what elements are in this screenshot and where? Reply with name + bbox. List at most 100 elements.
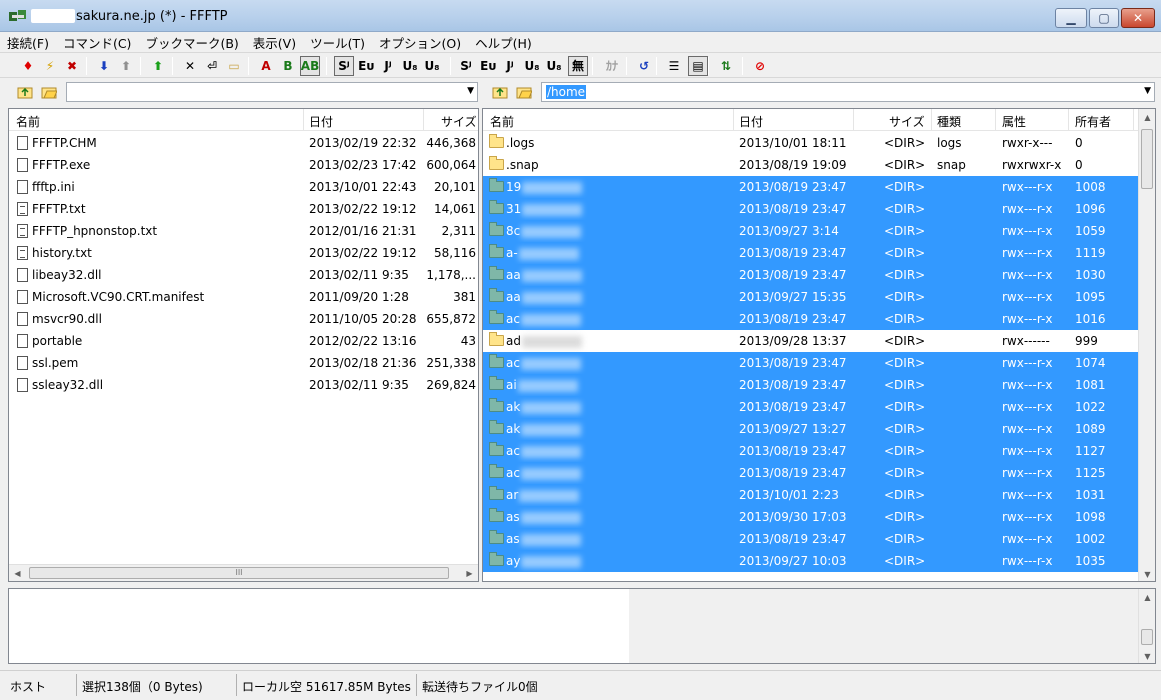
log-vertical-scrollbar[interactable]: ▲ ▼ [1138,589,1155,663]
mkdir-icon[interactable]: ▭ [224,56,244,76]
list-item[interactable]: libeay32.dll 2013/02/11 9:35 1,178,... [9,264,478,286]
menu-options[interactable]: オプション(O) [379,33,461,52]
local-utf8-icon[interactable]: U₈ [544,56,564,76]
minimize-button[interactable]: ▁ [1055,8,1087,28]
list-item[interactable]: Microsoft.VC90.CRT.manifest 2011/09/20 1:… [9,286,478,308]
list-item[interactable]: ac 2013/08/19 23:47 <DIR> rwx---r-x 1125 [483,462,1140,484]
kana-icon[interactable]: ｶﾅ [602,56,622,76]
list-item[interactable]: aa 2013/08/19 23:47 <DIR> rwx---r-x 1030 [483,264,1140,286]
list-item[interactable]: .snap 2013/08/19 19:09 <DIR> snap rwxrwxr-x 0 [483,154,1140,176]
menu-command[interactable]: コマンド(C) [63,33,131,52]
list-item[interactable]: ak 2013/09/27 13:27 <DIR> rwx---r-x 1089 [483,418,1140,440]
list-view-icon[interactable]: ☰ [664,56,684,76]
column-type[interactable]: 種類 [937,113,961,130]
close-button[interactable]: ✕ [1121,8,1155,28]
local-euc-icon[interactable]: Eᴜ [478,56,498,76]
list-item[interactable]: as 2013/09/30 17:03 <DIR> rwx---r-x 1098 [483,506,1140,528]
remote-path-value[interactable]: /home [546,85,587,99]
column-name[interactable]: 名前 [16,113,40,130]
list-item[interactable]: ar 2013/10/01 2:23 <DIR> rwx---r-x 1031 [483,484,1140,506]
scroll-thumb[interactable] [1141,129,1153,189]
list-item[interactable]: history.txt 2013/02/22 19:12 58,116 [9,242,478,264]
delete-icon[interactable]: ✕ [180,56,200,76]
column-size[interactable]: サイズ [441,113,477,130]
column-size[interactable]: サイズ [889,113,925,130]
column-owner[interactable]: 所有者 [1075,113,1111,130]
list-item[interactable]: 8c 2013/09/27 3:14 <DIR> rwx---r-x 1059 [483,220,1140,242]
no-conversion-icon[interactable]: 無 [568,56,588,76]
menu-tools[interactable]: ツール(T) [310,33,365,52]
menu-help[interactable]: ヘルプ(H) [475,33,532,52]
column-date[interactable]: 日付 [739,113,763,130]
local-jis-icon[interactable]: Jᴶ [500,56,520,76]
menu-view[interactable]: 表示(V) [253,33,296,52]
download-icon[interactable]: ⬇ [94,56,114,76]
connect-icon[interactable]: ♦ [18,56,38,76]
list-item[interactable]: ffftp.ini 2013/10/01 22:43 20,101 [9,176,478,198]
host-utf8-icon[interactable]: U₈ [422,56,442,76]
column-date[interactable]: 日付 [309,113,333,130]
quick-connect-icon[interactable]: ⚡ [40,56,60,76]
scroll-down-icon[interactable]: ▼ [1139,648,1155,663]
scroll-right-icon[interactable]: ▶ [461,565,478,581]
log-pane[interactable]: ▲ ▼ [8,588,1156,664]
list-item[interactable]: a- 2013/08/19 23:47 <DIR> rwx---r-x 1119 [483,242,1140,264]
scroll-left-icon[interactable]: ◀ [9,565,26,581]
list-item[interactable]: FFFTP_hpnonstop.txt 2012/01/16 21:31 2,311 [9,220,478,242]
list-item[interactable]: ai 2013/08/19 23:47 <DIR> rwx---r-x 1081 [483,374,1140,396]
scroll-down-icon[interactable]: ▼ [1139,566,1155,581]
list-item[interactable]: ad 2013/09/28 13:37 <DIR> rwx------ 999 [483,330,1140,352]
auto-mode-icon[interactable]: AB [300,56,320,76]
local-path-combo[interactable]: ▼ [66,82,478,102]
remote-file-list[interactable]: 名前 日付 サイズ 種類 属性 所有者 .logs 2013/10/01 18:1… [482,108,1156,582]
host-sjis-icon[interactable]: Sᴶ [334,56,354,76]
list-item[interactable]: portable 2012/02/22 13:16 43 [9,330,478,352]
maximize-button[interactable]: ▢ [1089,8,1119,28]
host-utf8n-icon[interactable]: U₈ [400,56,420,76]
list-item[interactable]: ssleay32.dll 2013/02/11 9:35 269,824 [9,374,478,396]
list-item[interactable]: FFFTP.exe 2013/02/23 17:42 600,064 [9,154,478,176]
list-item[interactable]: 19 2013/08/19 23:47 <DIR> rwx---r-x 1008 [483,176,1140,198]
menu-connect[interactable]: 接続(F) [7,33,49,52]
sync-folder-icon[interactable]: ⇅ [716,56,736,76]
local-up-folder-icon[interactable] [16,84,34,100]
disconnect-icon[interactable]: ✖ [62,56,82,76]
list-item[interactable]: ac 2013/08/19 23:47 <DIR> rwx---r-x 1127 [483,440,1140,462]
scroll-thumb[interactable] [1141,629,1153,645]
rename-icon[interactable]: ⏎ [202,56,222,76]
remote-up-folder-icon[interactable] [491,84,509,100]
mirror-upload-icon[interactable]: ⬆ [148,56,168,76]
remote-path-combo[interactable]: /home ▼ [541,82,1155,102]
refresh-icon[interactable]: ↺ [634,56,654,76]
column-attributes[interactable]: 属性 [1002,113,1026,130]
local-utf8n-icon[interactable]: U₈ [522,56,542,76]
scroll-up-icon[interactable]: ▲ [1139,109,1155,126]
list-item[interactable]: FFFTP.CHM 2013/02/19 22:32 446,368 [9,132,478,154]
upload-icon[interactable]: ⬆ [116,56,136,76]
detail-view-icon[interactable]: ▤ [688,56,708,76]
list-item[interactable]: FFFTP.txt 2013/02/22 19:12 14,061 [9,198,478,220]
list-item[interactable]: msvcr90.dll 2011/10/05 20:28 655,872 [9,308,478,330]
ascii-mode-icon[interactable]: A [256,56,276,76]
remote-open-folder-icon[interactable] [515,84,533,100]
local-file-list[interactable]: 名前 日付 サイズ FFFTP.CHM 2013/02/19 22:32 446,3… [8,108,479,582]
menu-bookmark[interactable]: ブックマーク(B) [145,33,238,52]
local-open-folder-icon[interactable] [40,84,58,100]
host-jis-icon[interactable]: Jᴶ [378,56,398,76]
host-euc-icon[interactable]: Eᴜ [356,56,376,76]
list-item[interactable]: aa 2013/09/27 15:35 <DIR> rwx---r-x 1095 [483,286,1140,308]
list-item[interactable]: ac 2013/08/19 23:47 <DIR> rwx---r-x 1074 [483,352,1140,374]
scroll-thumb[interactable]: III [29,567,449,579]
stop-icon[interactable]: ⊘ [750,56,770,76]
list-item[interactable]: ssl.pem 2013/02/18 21:36 251,338 [9,352,478,374]
list-item[interactable]: as 2013/08/19 23:47 <DIR> rwx---r-x 1002 [483,528,1140,550]
scroll-up-icon[interactable]: ▲ [1139,589,1155,606]
list-item[interactable]: ac 2013/08/19 23:47 <DIR> rwx---r-x 1016 [483,308,1140,330]
chevron-down-icon[interactable]: ▼ [467,86,474,96]
list-item[interactable]: .logs 2013/10/01 18:11 <DIR> logs rwxr-x--- 0 [483,132,1140,154]
chevron-down-icon[interactable]: ▼ [1144,86,1151,96]
binary-mode-icon[interactable]: B [278,56,298,76]
local-horizontal-scrollbar[interactable]: ◀ III ▶ [9,564,478,581]
list-item[interactable]: 31 2013/08/19 23:47 <DIR> rwx---r-x 1096 [483,198,1140,220]
list-item[interactable]: ay 2013/09/27 10:03 <DIR> rwx---r-x 1035 [483,550,1140,572]
